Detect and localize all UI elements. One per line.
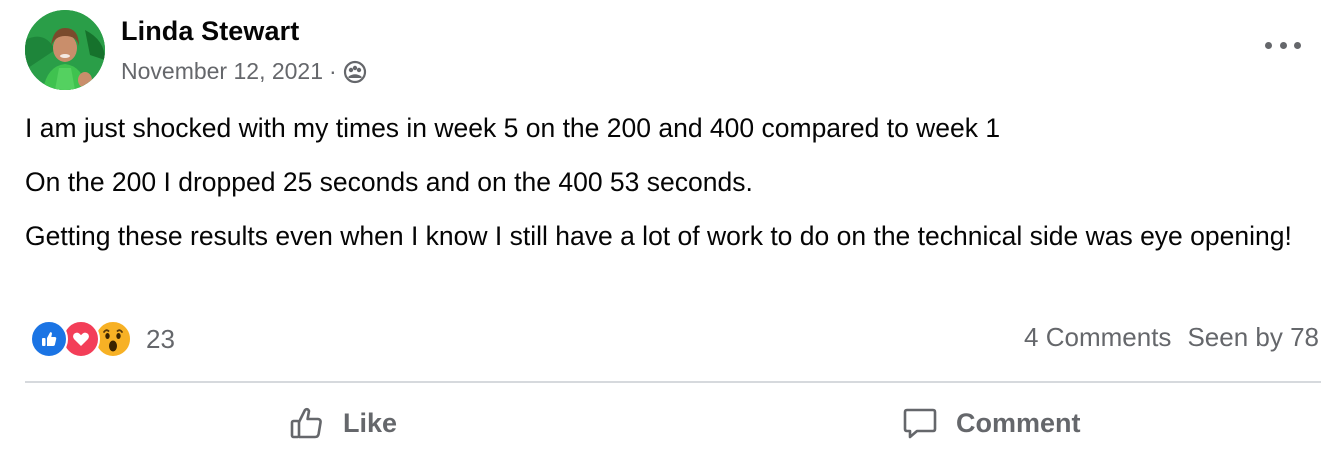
comments-count-link[interactable]: 4 Comments xyxy=(1024,322,1171,353)
like-icon xyxy=(30,320,68,358)
group-icon[interactable] xyxy=(343,60,367,84)
comment-label: Comment xyxy=(956,407,1081,438)
comment-icon xyxy=(903,408,937,439)
action-divider xyxy=(25,381,1321,383)
seen-by-link[interactable]: Seen by 78 xyxy=(1187,322,1319,353)
author-avatar[interactable] xyxy=(25,10,105,90)
comment-button[interactable]: Comment xyxy=(902,400,1081,446)
meta-separator: · xyxy=(329,58,337,84)
post-stats: 4 Comments Seen by 78 xyxy=(1024,322,1319,353)
post-paragraph-2: On the 200 I dropped 25 seconds and on t… xyxy=(25,167,753,197)
like-button[interactable]: Like xyxy=(289,400,397,446)
post-paragraph-1: I am just shocked with my times in week … xyxy=(25,113,1001,143)
post-date[interactable]: November 12, 2021 xyxy=(121,58,323,85)
reaction-count[interactable]: 23 xyxy=(146,324,175,355)
post-meta: November 12, 2021 · xyxy=(121,58,367,85)
reactions-summary[interactable]: 23 xyxy=(30,320,175,358)
post-body: I am just shocked with my times in week … xyxy=(25,110,1325,272)
post-paragraph-3: Getting these results even when I know I… xyxy=(25,221,1292,251)
like-label: Like xyxy=(343,407,398,438)
avatar-photo xyxy=(25,10,105,90)
more-options-icon[interactable] xyxy=(1265,34,1301,56)
post-card: Linda Stewart November 12, 2021 · I am j… xyxy=(0,0,1335,457)
author-name[interactable]: Linda Stewart xyxy=(121,16,299,47)
thumbs-up-icon xyxy=(290,407,322,439)
